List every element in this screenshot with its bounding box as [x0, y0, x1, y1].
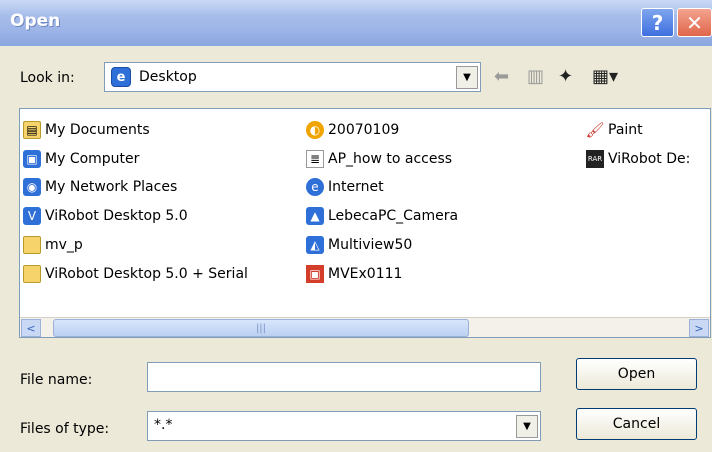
new-folder-icon[interactable]: ✦: [558, 66, 573, 87]
folder-icon: [23, 236, 41, 254]
virobot-rar-icon: RAR: [586, 150, 604, 168]
close-button[interactable]: ✕: [677, 8, 712, 37]
list-item[interactable]: ◭ Multiview50: [306, 234, 412, 256]
folder-icon: [23, 265, 41, 283]
look-in-label: Look in:: [20, 70, 75, 86]
look-in-value: Desktop: [139, 69, 197, 85]
list-item[interactable]: ≣ AP_how to access: [306, 148, 452, 170]
computer-icon: ▣: [23, 150, 41, 168]
text-file-icon: ≣: [306, 150, 324, 168]
cancel-button[interactable]: Cancel: [576, 408, 697, 440]
item-label: ViRobot Desktop 5.0: [45, 208, 188, 224]
list-item[interactable]: ▣ My Computer: [23, 148, 139, 170]
item-label: Multiview50: [328, 237, 413, 253]
item-label: 20070109: [328, 122, 400, 138]
desktop-icon: e: [111, 67, 131, 87]
horizontal-scrollbar[interactable]: < ||| >: [20, 317, 710, 337]
list-item[interactable]: RAR ViRobot De:: [586, 148, 690, 170]
list-item[interactable]: 🖌 Paint: [585, 119, 643, 141]
item-label: mv_p: [45, 237, 83, 253]
virobot-shortcut-icon: V: [23, 207, 41, 225]
help-button[interactable]: ?: [641, 8, 674, 37]
scroll-right-button[interactable]: >: [689, 319, 709, 337]
list-item[interactable]: e Internet: [306, 176, 384, 198]
list-item[interactable]: ▤ My Documents: [23, 119, 150, 141]
files-of-type-label: Files of type:: [20, 421, 110, 437]
list-item[interactable]: V ViRobot Desktop 5.0: [23, 205, 188, 227]
chevron-down-icon[interactable]: ▼: [516, 415, 538, 438]
item-label: My Computer: [45, 151, 140, 167]
folder-docs-icon: ▤: [23, 121, 41, 139]
files-of-type-value: *.*: [154, 417, 173, 433]
item-label: ViRobot Desktop 5.0 + Serial: [45, 266, 248, 282]
item-label: My Network Places: [45, 179, 178, 195]
title-bar: Open ? ✕: [0, 0, 712, 46]
network-icon: ◉: [23, 178, 41, 196]
item-label: ViRobot De:: [608, 151, 691, 167]
look-in-dropdown[interactable]: e Desktop ▼: [104, 62, 481, 92]
window-title: Open: [10, 11, 61, 31]
view-menu-icon[interactable]: ▦▾: [592, 66, 618, 87]
file-name-input[interactable]: [147, 362, 541, 392]
cd-folder-icon: ◐: [306, 121, 324, 139]
internet-icon: e: [306, 178, 324, 196]
files-of-type-dropdown[interactable]: *.* ▼: [147, 411, 541, 441]
list-item[interactable]: ▣ MVEx0111: [306, 263, 402, 285]
list-item[interactable]: mv_p: [23, 234, 83, 256]
scroll-left-button[interactable]: <: [21, 319, 41, 337]
camera-shortcut-icon: ▲: [306, 207, 324, 225]
mvex-icon: ▣: [306, 265, 324, 283]
list-item[interactable]: ▲ LebecaPC_Camera: [306, 205, 458, 227]
open-button[interactable]: Open: [576, 358, 697, 390]
item-label: LebecaPC_Camera: [328, 208, 459, 224]
multiview-shortcut-icon: ◭: [306, 236, 324, 254]
up-folder-icon[interactable]: ▥: [527, 66, 544, 87]
list-item[interactable]: ViRobot Desktop 5.0 + Serial: [23, 263, 248, 285]
file-list[interactable]: ▤ My Documents ▣ My Computer ◉ My Networ…: [19, 108, 711, 338]
paint-icon: 🖌: [585, 121, 605, 139]
scroll-thumb[interactable]: |||: [53, 319, 469, 337]
file-name-label: File name:: [20, 372, 93, 388]
item-label: Paint: [608, 122, 643, 138]
item-label: Internet: [328, 179, 384, 195]
chevron-down-icon[interactable]: ▼: [456, 66, 478, 89]
list-item[interactable]: ◉ My Network Places: [23, 176, 177, 198]
item-label: MVEx0111: [328, 266, 403, 282]
list-item[interactable]: ◐ 20070109: [306, 119, 399, 141]
item-label: AP_how to access: [328, 151, 453, 167]
item-label: My Documents: [45, 122, 150, 138]
back-icon[interactable]: ⬅: [494, 66, 509, 87]
